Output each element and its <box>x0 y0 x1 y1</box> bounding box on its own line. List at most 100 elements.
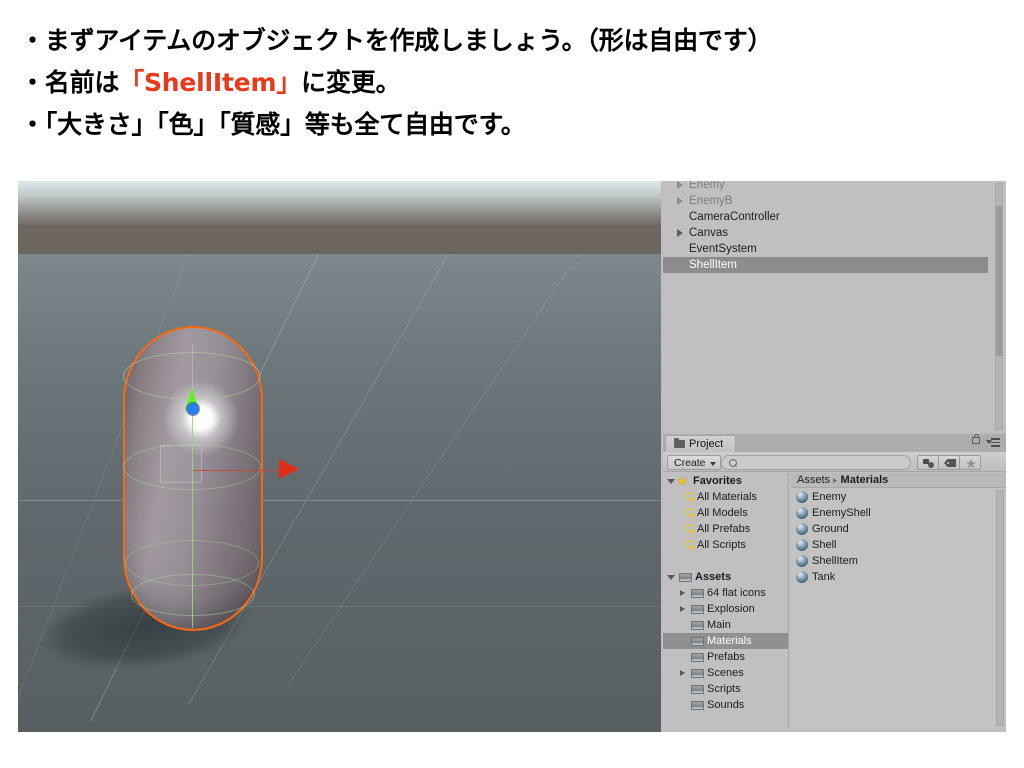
tree-item-scripts[interactable]: Scripts <box>663 681 788 697</box>
asset-item-shell[interactable]: Shell <box>791 537 996 553</box>
tree-item-label: All Scripts <box>697 539 746 551</box>
breadcrumb[interactable]: Assets ▸ Materials <box>791 473 1006 488</box>
hierarchy-item-canvas[interactable]: Canvas <box>663 225 988 241</box>
material-sphere-icon <box>796 507 808 519</box>
project-tree-pane[interactable]: ★ Favorites All Materials All Models All Pre… <box>663 473 789 728</box>
hierarchy-item-label: Canvas <box>689 227 728 239</box>
search-icon <box>729 459 737 467</box>
tree-item-64-flat-icons[interactable]: 64 flat icons <box>663 585 788 601</box>
tree-item-explosion[interactable]: Explosion <box>663 601 788 617</box>
hierarchy-item-label: EventSystem <box>689 243 757 255</box>
asset-list-pane[interactable]: Enemy EnemyShell Ground Shell ShellItem Tank <box>791 489 996 728</box>
disclosure-triangle-icon[interactable] <box>680 590 685 596</box>
gizmo-z-axis-handle[interactable] <box>187 403 199 415</box>
scene-view[interactable] <box>18 181 661 732</box>
asset-item-label: Shell <box>812 539 837 551</box>
star-icon: ★ <box>965 456 977 471</box>
shapes-icon <box>923 459 935 468</box>
hierarchy-list[interactable]: Enemy EnemyB CameraController Canvas EventSy… <box>663 181 988 273</box>
material-sphere-icon <box>796 555 808 567</box>
options-menu-icon[interactable] <box>986 438 1000 447</box>
create-button[interactable]: Create <box>667 455 721 470</box>
disclosure-triangle-icon[interactable] <box>677 197 683 205</box>
asset-item-enemy[interactable]: Enemy <box>791 489 996 505</box>
project-toolbar: Create ★ <box>663 452 1006 472</box>
hierarchy-item-shellitem[interactable]: ShellItem <box>663 257 988 273</box>
grid-line-d <box>287 253 579 686</box>
asset-item-shellitem[interactable]: ShellItem <box>791 553 996 569</box>
breadcrumb-separator: ▸ <box>833 475 838 485</box>
search-icon <box>685 492 693 500</box>
tree-item-all-prefabs[interactable]: All Prefabs <box>663 521 788 537</box>
disclosure-triangle-icon[interactable] <box>667 479 675 484</box>
disclosure-triangle-icon[interactable] <box>677 181 683 189</box>
hierarchy-panel[interactable]: Enemy EnemyB CameraController Canvas EventSy… <box>663 181 1006 432</box>
folder-icon <box>691 701 704 710</box>
disclosure-triangle-icon[interactable] <box>667 575 675 580</box>
material-sphere-icon <box>796 539 808 551</box>
tree-item-all-materials[interactable]: All Materials <box>663 489 788 505</box>
filter-by-type-button[interactable] <box>917 455 939 470</box>
slide-root: ・まずアイテムのオブジェクトを作成しましょう。（形は自由です） ・名前は「She… <box>0 0 1024 768</box>
asset-item-tank[interactable]: Tank <box>791 569 996 585</box>
folder-icon <box>691 669 704 678</box>
asset-list[interactable]: Enemy EnemyShell Ground Shell ShellItem Tank <box>791 489 996 585</box>
gizmo-plane-handle[interactable] <box>160 445 202 483</box>
tree-item-label: All Prefabs <box>697 523 751 535</box>
folder-icon <box>691 685 704 694</box>
tree-item-label: All Materials <box>697 491 757 503</box>
tree-item-all-scripts[interactable]: All Scripts <box>663 537 788 553</box>
disclosure-triangle-icon[interactable] <box>680 670 685 676</box>
hierarchy-item-eventsystem[interactable]: EventSystem <box>663 241 988 257</box>
asset-item-enemyshell[interactable]: EnemyShell <box>791 505 996 521</box>
material-sphere-icon <box>796 523 808 535</box>
shell-item-object[interactable] <box>24 326 299 676</box>
project-panel[interactable]: Project Create ★ Assets ▸ Materials ★ Fa… <box>663 434 1006 732</box>
hierarchy-item-label: Enemy <box>689 181 725 191</box>
search-input[interactable] <box>721 455 911 470</box>
star-icon: ★ <box>677 474 688 488</box>
filter-favorites-button[interactable]: ★ <box>959 455 981 470</box>
tree-item-label: Materials <box>707 635 752 647</box>
hierarchy-item-label: ShellItem <box>689 259 737 271</box>
folder-icon <box>674 438 685 448</box>
tree-item-prefabs[interactable]: Prefabs <box>663 649 788 665</box>
search-icon <box>685 508 693 516</box>
tree-item-materials[interactable]: Materials <box>663 633 788 649</box>
tab-project[interactable]: Project <box>665 435 737 452</box>
tree-item-scenes[interactable]: Scenes <box>663 665 788 681</box>
tree-item-assets[interactable]: Assets <box>663 569 788 585</box>
filter-by-label-button[interactable] <box>938 455 960 470</box>
folder-icon <box>691 589 704 598</box>
tree-item-all-models[interactable]: All Models <box>663 505 788 521</box>
tree-item-favorites[interactable]: ★ Favorites <box>663 473 788 489</box>
hierarchy-item-enemy[interactable]: Enemy <box>663 181 988 193</box>
hierarchy-item-cameracontroller[interactable]: CameraController <box>663 209 988 225</box>
hierarchy-scrollbar-thumb[interactable] <box>996 206 1002 356</box>
gizmo-y-axis-line <box>192 408 193 628</box>
folder-icon <box>691 605 704 614</box>
bullet-line-1: ・まずアイテムのオブジェクトを作成しましょう。（形は自由です） <box>20 20 980 62</box>
hierarchy-scrollbar[interactable] <box>995 183 1003 430</box>
tree-item-sounds[interactable]: Sounds <box>663 697 788 713</box>
breadcrumb-root[interactable]: Assets <box>797 474 830 486</box>
gizmo-x-axis-arrow[interactable] <box>279 459 299 479</box>
folder-icon <box>691 621 704 630</box>
disclosure-triangle-icon[interactable] <box>677 229 683 237</box>
material-sphere-icon <box>796 571 808 583</box>
unity-editor-screenshot: Enemy EnemyB CameraController Canvas EventSy… <box>18 181 1006 732</box>
project-tree-list[interactable]: ★ Favorites All Materials All Models All Pre… <box>663 473 788 713</box>
folder-icon <box>691 653 704 662</box>
hierarchy-item-label: EnemyB <box>689 195 733 207</box>
hierarchy-item-enemyb[interactable]: EnemyB <box>663 193 988 209</box>
asset-item-ground[interactable]: Ground <box>791 521 996 537</box>
bullet-2-accent: 「ShellItem」 <box>119 68 302 97</box>
bullet-2-prefix: ・名前は <box>20 68 120 97</box>
project-scrollbar[interactable] <box>996 490 1004 726</box>
lock-icon[interactable] <box>972 434 980 444</box>
tree-item-main[interactable]: Main <box>663 617 788 633</box>
bullet-line-3: ・「大きさ」「色」「質感」等も全て自由です。 <box>20 104 980 146</box>
disclosure-triangle-icon[interactable] <box>680 606 685 612</box>
bullet-3-text: ・「大きさ」「色」「質感」等も全て自由です。 <box>20 110 526 139</box>
